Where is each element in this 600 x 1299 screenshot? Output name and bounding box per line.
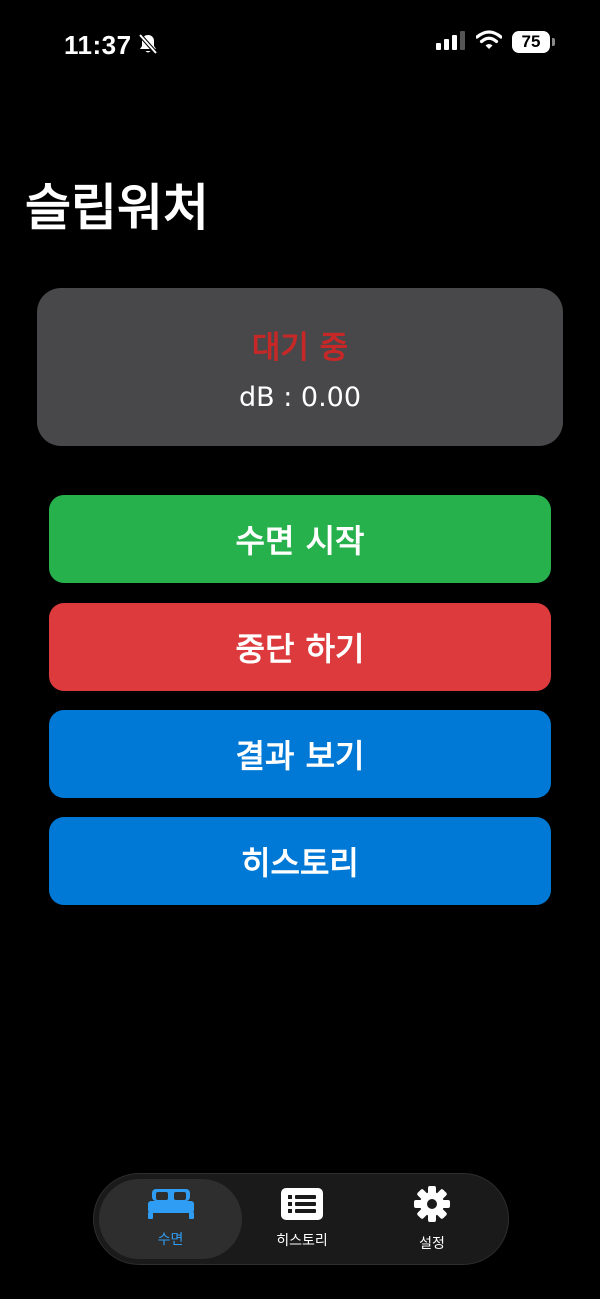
status-time: 11:37	[64, 30, 132, 60]
status-card	[37, 288, 563, 446]
tab-settings-label: 설정	[419, 1236, 445, 1252]
list-icon	[281, 1188, 323, 1224]
stop-button[interactable]: 중단 하기	[49, 603, 551, 691]
wifi-icon	[475, 30, 503, 54]
tab-sleep[interactable]: 수면	[99, 1179, 242, 1259]
cellular-signal-icon	[436, 30, 466, 54]
tab-history-label: 히스토리	[276, 1233, 328, 1249]
tab-settings[interactable]: 설정	[362, 1174, 502, 1264]
tab-sleep-label: 수면	[157, 1232, 184, 1248]
bell-slash-icon	[138, 33, 158, 59]
decibel-reading: dB : 0.00	[238, 382, 362, 413]
sleep-status-text: 대기 중	[251, 330, 349, 366]
tab-history[interactable]: 히스토리	[232, 1174, 372, 1264]
view-results-button[interactable]: 결과 보기	[49, 710, 551, 798]
gear-icon	[413, 1185, 451, 1227]
battery-indicator: 75	[512, 31, 555, 53]
tab-bar: 수면 히스토리 설정	[93, 1173, 509, 1265]
start-sleep-button[interactable]: 수면 시작	[49, 495, 551, 583]
history-button[interactable]: 히스토리	[49, 817, 551, 905]
status-indicators: 75	[436, 30, 555, 54]
bed-icon	[147, 1189, 194, 1223]
page-title: 슬립워처	[25, 179, 209, 237]
status-bar: 11:37 75	[0, 0, 600, 90]
status-time-group: 11:37	[64, 30, 158, 61]
